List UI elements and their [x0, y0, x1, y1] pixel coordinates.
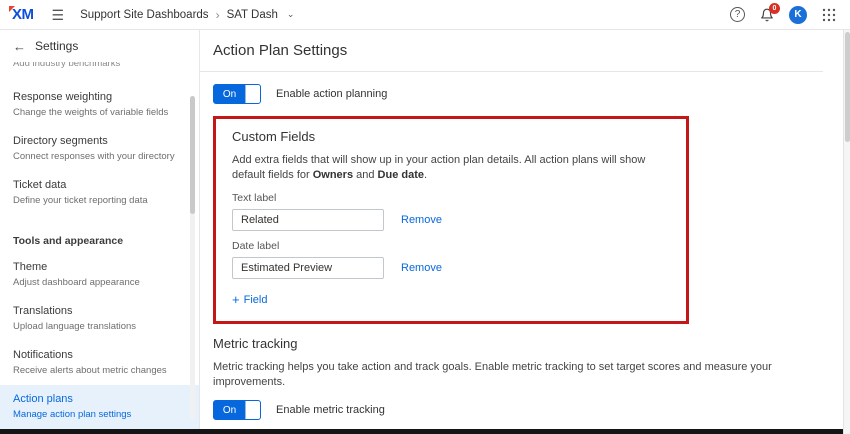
sidebar-item-desc: Manage action plan settings	[13, 409, 183, 421]
sidebar-item-desc: Define your ticket reporting data	[13, 195, 183, 207]
sidebar-item-label: Response weighting	[13, 91, 183, 104]
window-bottom-edge	[0, 429, 843, 434]
sidebar-item-desc: Change the weights of variable fields	[13, 107, 183, 119]
sidebar-item-label: Theme	[13, 261, 183, 274]
text-label-input[interactable]	[232, 209, 384, 231]
topbar-actions: ? 0 K	[730, 6, 836, 24]
main-content: Action Plan Settings On Enable action pl…	[200, 30, 843, 434]
metric-tracking-section: Metric tracking Metric tracking helps yo…	[213, 336, 823, 420]
sidebar-item-translations[interactable]: Translations Upload language translation…	[0, 297, 199, 341]
chevron-down-icon[interactable]: ⌄	[287, 9, 295, 20]
sidebar-item-clipped[interactable]: Add industry benchmarks	[0, 62, 199, 71]
toggle-knob	[245, 85, 260, 103]
sidebar-item-label: Directory segments	[13, 135, 183, 148]
desc-bold-due-date: Due date	[378, 169, 424, 181]
top-bar: XM ☰ Support Site Dashboards › SAT Dash …	[0, 0, 850, 30]
metric-tracking-title: Metric tracking	[213, 336, 823, 351]
settings-sidebar: ← Settings Add industry benchmarks Respo…	[0, 30, 200, 434]
hamburger-menu-icon[interactable]: ☰	[52, 8, 65, 22]
sidebar-item-desc: Upload language translations	[13, 321, 183, 333]
notification-badge: 0	[769, 3, 780, 14]
sidebar-item-action-plans[interactable]: Action plans Manage action plan settings	[0, 385, 199, 429]
sidebar-scrollbar-track	[190, 96, 195, 420]
grid-dots-icon	[822, 8, 836, 22]
remove-date-field-link[interactable]: Remove	[401, 262, 442, 274]
notifications-bell-icon[interactable]: 0	[760, 8, 774, 22]
metric-tracking-description: Metric tracking helps you take action an…	[213, 360, 823, 390]
toggle-on-label: On	[214, 401, 245, 419]
sidebar-section-tools-and-appearance: Tools and appearance	[0, 215, 199, 253]
breadcrumb: Support Site Dashboards › SAT Dash ⌄	[80, 8, 294, 22]
text-field-row: Remove	[232, 209, 670, 231]
metric-tracking-toggle-row: On Enable metric tracking	[213, 400, 823, 420]
sidebar-title: Settings	[35, 39, 78, 53]
sidebar-item-response-weighting[interactable]: Response weighting Change the weights of…	[0, 83, 199, 127]
sidebar-item-clipped-label: Add industry benchmarks	[13, 62, 199, 69]
custom-fields-description: Add extra fields that will show up in yo…	[232, 153, 670, 183]
date-label-input[interactable]	[232, 257, 384, 279]
sidebar-item-theme[interactable]: Theme Adjust dashboard appearance	[0, 253, 199, 297]
desc-text: and	[353, 169, 377, 181]
help-icon[interactable]: ?	[730, 7, 745, 22]
metric-tracking-toggle-label: Enable metric tracking	[276, 404, 385, 416]
toggle-knob	[245, 401, 260, 419]
sidebar-item-label: Notifications	[13, 349, 183, 362]
breadcrumb-separator-icon: ›	[216, 8, 220, 22]
app-window: XM ☰ Support Site Dashboards › SAT Dash …	[0, 0, 850, 434]
sidebar-item-label: Action plans	[13, 393, 183, 406]
page-scrollbar-thumb[interactable]	[845, 32, 850, 142]
date-field-row: Remove	[232, 257, 670, 279]
breadcrumb-current[interactable]: SAT Dash	[227, 9, 278, 21]
add-field-button[interactable]: + Field	[232, 293, 267, 306]
page-scrollbar-track	[843, 30, 850, 434]
app-grid-icon[interactable]	[822, 8, 836, 22]
enable-action-planning-toggle[interactable]: On	[213, 84, 261, 104]
sidebar-item-directory-segments[interactable]: Directory segments Connect responses wit…	[0, 127, 199, 171]
toggle-on-label: On	[214, 85, 245, 103]
sidebar-item-ticket-data[interactable]: Ticket data Define your ticket reporting…	[0, 171, 199, 215]
custom-fields-title: Custom Fields	[232, 129, 670, 144]
enable-metric-tracking-toggle[interactable]: On	[213, 400, 261, 420]
breadcrumb-root[interactable]: Support Site Dashboards	[80, 9, 209, 21]
sidebar-scrollbar-thumb[interactable]	[190, 96, 195, 214]
sidebar-item-desc: Adjust dashboard appearance	[13, 277, 183, 289]
desc-bold-owners: Owners	[313, 169, 353, 181]
text-label-caption: Text label	[232, 192, 670, 204]
sidebar-item-desc: Receive alerts about metric changes	[13, 365, 183, 377]
page-title: Action Plan Settings	[213, 30, 823, 59]
sidebar-item-notifications[interactable]: Notifications Receive alerts about metri…	[0, 341, 199, 385]
sidebar-item-desc: Connect responses with your directory	[13, 151, 183, 163]
xm-logo[interactable]: XM	[12, 6, 34, 23]
avatar[interactable]: K	[789, 6, 807, 24]
action-planning-toggle-row: On Enable action planning	[213, 84, 823, 104]
desc-text: Add extra fields that will show up in yo…	[232, 154, 645, 181]
action-planning-toggle-label: Enable action planning	[276, 88, 387, 100]
back-arrow-icon[interactable]: ←	[13, 39, 26, 54]
date-label-caption: Date label	[232, 240, 670, 252]
desc-text: .	[424, 169, 427, 181]
add-field-label: Field	[244, 294, 268, 306]
remove-text-field-link[interactable]: Remove	[401, 214, 442, 226]
sidebar-item-label: Translations	[13, 305, 183, 318]
sidebar-item-label: Ticket data	[13, 179, 183, 192]
title-divider	[200, 71, 823, 72]
custom-fields-section-annotation: Custom Fields Add extra fields that will…	[213, 116, 689, 324]
plus-icon: +	[232, 293, 240, 306]
sidebar-header: ← Settings	[0, 30, 199, 62]
